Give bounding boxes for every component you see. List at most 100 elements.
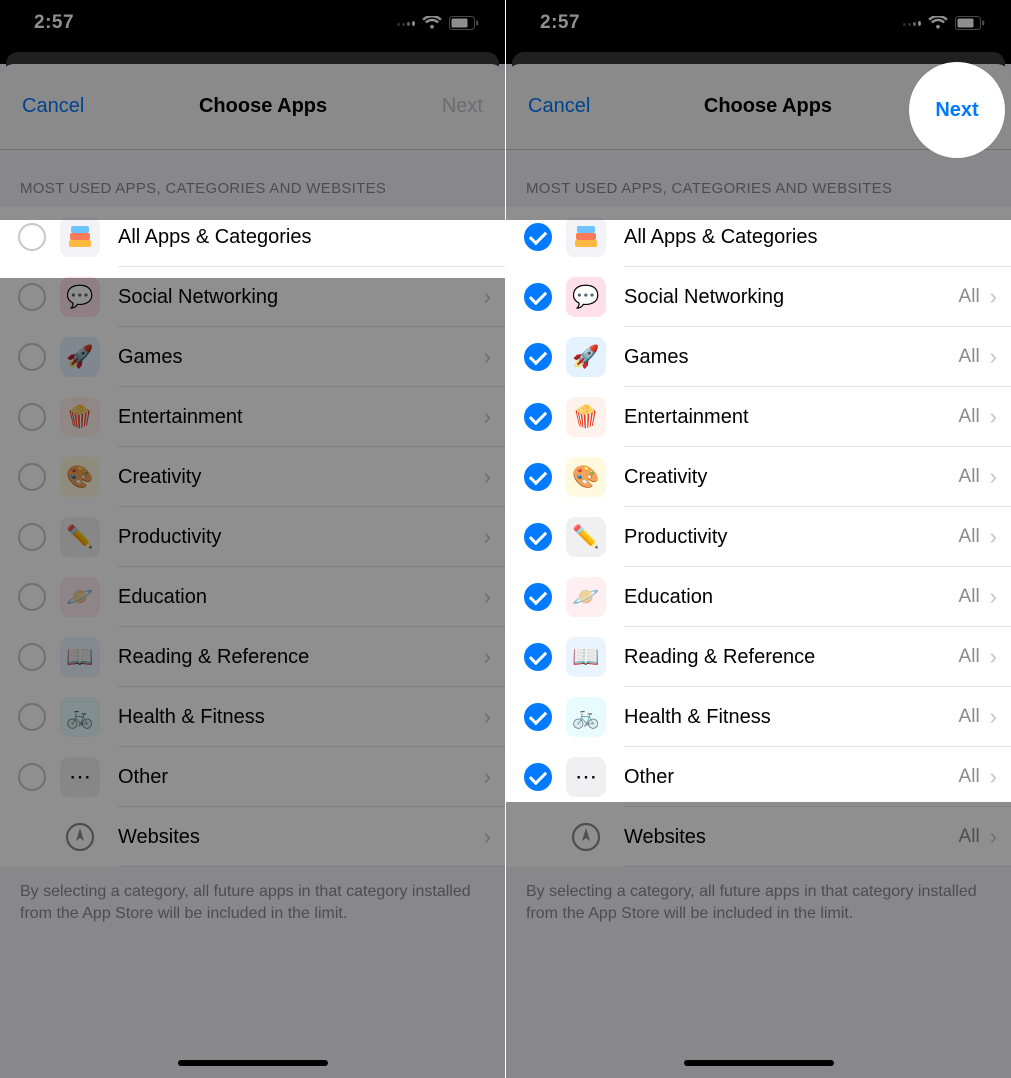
row-all-apps[interactable]: All Apps & Categories [506, 207, 1011, 267]
footer-note: By selecting a category, all future apps… [506, 867, 1011, 964]
row-label: Health & Fitness [118, 706, 484, 729]
check-circle[interactable] [524, 223, 552, 251]
status-time: 2:57 [34, 12, 74, 34]
category-icon: 🍿 [60, 397, 100, 437]
row-productivity[interactable]: ✏️ProductivityAll› [506, 507, 1011, 567]
row-trailing: All [959, 526, 980, 548]
status-bar: 2:57 [0, 0, 505, 50]
chevron-right-icon: › [990, 644, 997, 670]
cancel-button[interactable]: Cancel [22, 95, 84, 118]
row-all-apps[interactable]: All Apps & Categories [0, 207, 505, 267]
category-icon: 🪐 [60, 577, 100, 617]
row-entertainment[interactable]: 🍿Entertainment› [0, 387, 505, 447]
row-label: Productivity [118, 526, 484, 549]
row-label: Creativity [118, 466, 484, 489]
check-circle[interactable] [524, 283, 552, 311]
status-indicators [397, 16, 479, 30]
chevron-right-icon: › [990, 284, 997, 310]
check-circle[interactable] [18, 283, 46, 311]
check-circle[interactable] [18, 583, 46, 611]
chevron-right-icon: › [990, 704, 997, 730]
category-icon [60, 217, 100, 257]
chevron-right-icon: › [484, 284, 491, 310]
row-health[interactable]: 🚲Health & Fitness› [0, 687, 505, 747]
check-circle[interactable] [18, 403, 46, 431]
status-bar: 2:57 [506, 0, 1011, 50]
row-label: Websites [118, 826, 484, 849]
row-trailing: All [959, 766, 980, 788]
row-websites[interactable]: WebsitesAll› [506, 807, 1011, 867]
row-label: All Apps & Categories [624, 226, 997, 249]
row-trailing: All [959, 466, 980, 488]
category-icon: 🍿 [566, 397, 606, 437]
row-label: Education [624, 586, 959, 609]
check-circle[interactable] [18, 463, 46, 491]
row-social[interactable]: 💬Social NetworkingAll› [506, 267, 1011, 327]
check-circle[interactable] [524, 583, 552, 611]
category-icon: 🪐 [566, 577, 606, 617]
check-circle[interactable] [18, 643, 46, 671]
chevron-right-icon: › [484, 464, 491, 490]
row-reading[interactable]: 📖Reading & Reference› [0, 627, 505, 687]
row-health[interactable]: 🚲Health & FitnessAll› [506, 687, 1011, 747]
row-label: Reading & Reference [624, 646, 959, 669]
row-trailing: All [959, 706, 980, 728]
category-icon: 📖 [566, 637, 606, 677]
check-circle[interactable] [524, 643, 552, 671]
category-icon: 📖 [60, 637, 100, 677]
check-circle[interactable] [524, 703, 552, 731]
row-games[interactable]: 🚀GamesAll› [506, 327, 1011, 387]
category-icon [566, 217, 606, 257]
category-icon: 🚀 [60, 337, 100, 377]
row-websites[interactable]: Websites› [0, 807, 505, 867]
row-creativity[interactable]: 🎨Creativity› [0, 447, 505, 507]
home-indicator [178, 1060, 328, 1066]
row-label: All Apps & Categories [118, 226, 491, 249]
nav-title: Choose Apps [704, 95, 832, 118]
check-circle[interactable] [18, 523, 46, 551]
row-education[interactable]: 🪐EducationAll› [506, 567, 1011, 627]
row-label: Reading & Reference [118, 646, 484, 669]
check-circle[interactable] [18, 223, 46, 251]
row-productivity[interactable]: ✏️Productivity› [0, 507, 505, 567]
section-header: MOST USED APPS, CATEGORIES AND WEBSITES [506, 150, 1011, 207]
category-icon: ⋯ [566, 757, 606, 797]
row-trailing: All [959, 826, 980, 848]
check-circle[interactable] [524, 403, 552, 431]
row-games[interactable]: 🚀Games› [0, 327, 505, 387]
check-circle[interactable] [524, 463, 552, 491]
check-circle[interactable] [524, 343, 552, 371]
row-reading[interactable]: 📖Reading & ReferenceAll› [506, 627, 1011, 687]
cancel-button[interactable]: Cancel [528, 95, 590, 118]
row-label: Entertainment [118, 406, 484, 429]
category-icon: ⋯ [60, 757, 100, 797]
category-icon: 🚀 [566, 337, 606, 377]
chevron-right-icon: › [484, 524, 491, 550]
category-icon: ✏️ [566, 517, 606, 557]
row-label: Other [118, 766, 484, 789]
check-circle[interactable] [18, 343, 46, 371]
chevron-right-icon: › [484, 704, 491, 730]
row-label: Social Networking [624, 286, 959, 309]
check-circle[interactable] [524, 523, 552, 551]
category-icon [566, 817, 606, 857]
chevron-right-icon: › [484, 584, 491, 610]
row-entertainment[interactable]: 🍿EntertainmentAll› [506, 387, 1011, 447]
screenshot-left: 2:57 Cancel Choose Apps Next MOST USED A… [0, 0, 505, 1078]
row-education[interactable]: 🪐Education› [0, 567, 505, 627]
nav-title: Choose Apps [199, 95, 327, 118]
row-label: Games [118, 346, 484, 369]
chevron-right-icon: › [990, 584, 997, 610]
row-creativity[interactable]: 🎨CreativityAll› [506, 447, 1011, 507]
category-icon: 💬 [60, 277, 100, 317]
category-list: All Apps & Categories 💬Social NetworkingA… [506, 207, 1011, 867]
wifi-icon [422, 16, 442, 30]
row-other[interactable]: ⋯Other› [0, 747, 505, 807]
check-circle[interactable] [524, 763, 552, 791]
next-button[interactable]: Next [442, 95, 483, 118]
row-social[interactable]: 💬Social Networking› [0, 267, 505, 327]
row-other[interactable]: ⋯OtherAll› [506, 747, 1011, 807]
next-highlight-label[interactable]: Next [935, 99, 978, 122]
check-circle[interactable] [18, 703, 46, 731]
check-circle[interactable] [18, 763, 46, 791]
